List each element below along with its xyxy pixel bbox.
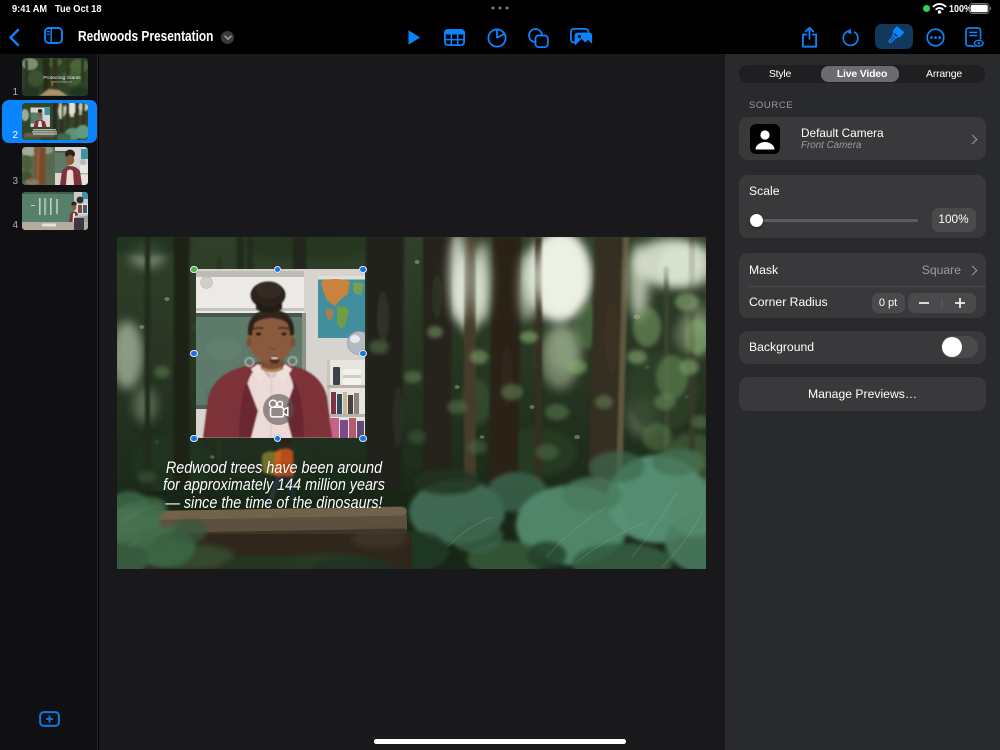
svg-text:Protecting Giants: Protecting Giants (43, 75, 81, 81)
